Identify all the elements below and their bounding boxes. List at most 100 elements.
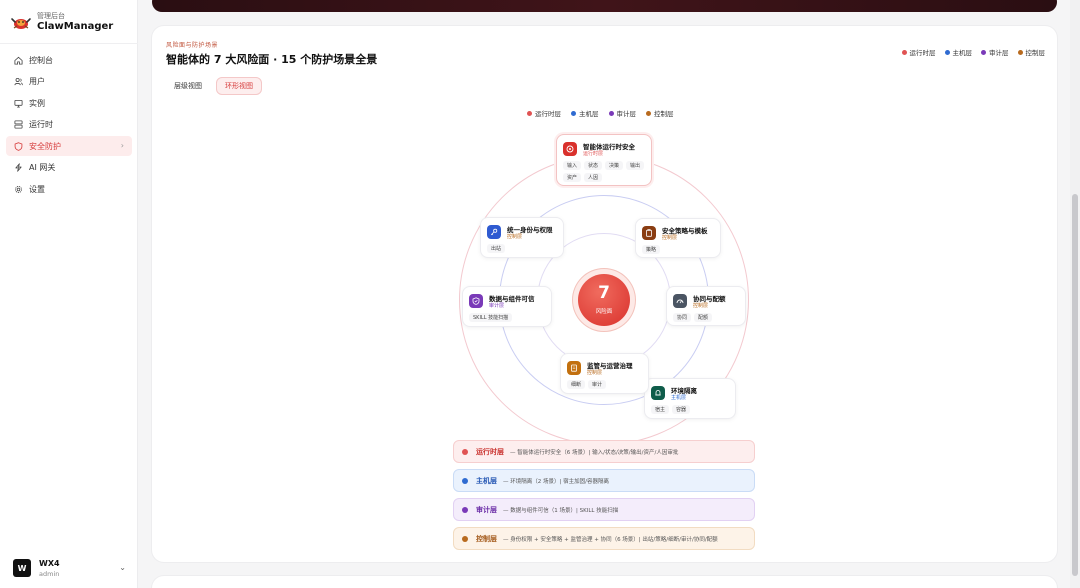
brand-subtitle: 管理后台	[37, 12, 65, 20]
sidebar-item-label: AI 网关	[29, 163, 56, 173]
center-risk-count: 7 风险面	[578, 274, 630, 326]
legend-runtime: 运行时层	[901, 47, 936, 57]
scenario-tag: 人因	[584, 173, 603, 182]
node-layer: 控制层	[587, 370, 603, 376]
node-layer: 控制层	[507, 234, 523, 240]
sidebar-nav: 控制台 用户 实例 运行时 安全防护 › AI 网关 设置	[6, 50, 132, 201]
key-icon	[487, 225, 501, 239]
scenario-tag: 出站	[487, 244, 506, 253]
user-name: WX4	[39, 559, 60, 568]
avatar: W	[13, 559, 31, 577]
layer-dot	[462, 448, 468, 455]
sidebar-item-label: 控制台	[29, 55, 53, 65]
scenario-tag: 决策	[605, 161, 624, 170]
layer-row-runtime[interactable]: 运行时层 — 智能体运行时安全（6 场景）| 输入/状态/决策/输出/资产/人因…	[453, 440, 755, 463]
legend-control: 控制层	[1017, 47, 1045, 57]
card-title: 智能体的 7 大风险面 · 15 个防护场景全景	[166, 53, 378, 66]
node-tags: 细断 审计	[567, 380, 657, 389]
scenario-tag: 策略	[642, 245, 661, 254]
target-icon	[563, 142, 577, 156]
node-layer: 控制层	[693, 303, 709, 309]
risk-node-governance[interactable]: 监管与运营治理 控制层 细断 审计	[560, 353, 649, 394]
hero-banner-bottom	[152, 0, 1057, 12]
layer-row-control[interactable]: 控制层 — 身份权限 + 安全策略 + 监管治理 + 协同（6 场景）| 出站/…	[453, 527, 755, 550]
scrollbar-thumb[interactable]	[1072, 194, 1078, 576]
home-icon	[13, 55, 23, 65]
shield-icon	[13, 141, 23, 151]
risk-node-collaboration-quota[interactable]: 协同与配额 控制层 协同 配额	[666, 286, 746, 326]
chevron-down-icon: ⌄	[119, 563, 126, 572]
sidebar-item-users[interactable]: 用户	[6, 72, 132, 92]
node-tags: 策略	[642, 245, 732, 254]
node-layer: 主机层	[671, 395, 687, 401]
scenario-tag: 协同	[673, 313, 692, 322]
risk-node-identity-permission[interactable]: 统一身份与权限 控制层 出站	[480, 217, 564, 258]
scenario-tag: SKILL 技能扫描	[469, 313, 513, 322]
sidebar-item-dashboard[interactable]: 控制台	[6, 50, 132, 70]
sidebar-item-runtime[interactable]: 运行时	[6, 115, 132, 135]
layer-summary-list: 运行时层 — 智能体运行时安全（6 场景）| 输入/状态/决策/输出/资产/人因…	[453, 440, 755, 556]
user-menu[interactable]: W WX4 admin ⌄	[10, 557, 132, 581]
scenario-tag: 审计	[588, 380, 607, 389]
brand[interactable]: 管理后台 ClawManager	[10, 10, 135, 36]
legend-audit: 审计层	[608, 108, 636, 118]
legend-control: 控制层	[646, 108, 674, 118]
layer-row-host[interactable]: 主机层 — 环境隔离（2 场景）| 宿主加固/容器隔离	[453, 469, 755, 492]
node-layer: 控制层	[662, 235, 678, 241]
scenario-tag: 状态	[584, 161, 603, 170]
scenario-tag: 配额	[694, 313, 713, 322]
sidebar-item-instances[interactable]: 实例	[6, 93, 132, 113]
gear-icon	[13, 185, 23, 195]
layer-description: — 数据与组件可信（1 场景）| SKILL 技能扫描	[503, 507, 619, 514]
clipboard-icon	[642, 226, 656, 240]
scenario-tag: 细断	[567, 380, 586, 389]
tab-ring-view[interactable]: 环形视图	[216, 77, 262, 95]
layer-name: 主机层	[476, 476, 497, 485]
ring-diagram: 7 风险面 智能体运行时安全 运行时层 输入 状态 决策 输出 资产 人因 安全…	[452, 134, 752, 445]
layer-row-audit[interactable]: 审计层 — 数据与组件可信（1 场景）| SKILL 技能扫描	[453, 498, 755, 521]
monitor-icon	[13, 98, 23, 108]
layer-name: 审计层	[476, 505, 497, 514]
layer-legend: 运行时层 主机层 审计层 控制层	[901, 47, 1045, 57]
layer-dot	[462, 535, 468, 542]
node-layer: 审计层	[489, 303, 505, 309]
layer-dot	[462, 506, 468, 513]
scenario-tag: 宿主	[651, 405, 670, 414]
tab-layer-view[interactable]: 层级视图	[166, 77, 210, 95]
layer-dot	[462, 477, 468, 484]
risk-node-security-policy[interactable]: 安全策略与模板 控制层 策略	[635, 218, 721, 258]
shield-check-icon	[469, 294, 483, 308]
risk-count-label: 风险面	[595, 309, 613, 315]
diagram-legend: 运行时层 主机层 审计层 控制层	[527, 108, 674, 118]
layer-name: 运行时层	[476, 447, 504, 456]
risk-overview-card: 风险面与防护场景 智能体的 7 大风险面 · 15 个防护场景全景 运行时层 主…	[152, 26, 1057, 562]
sidebar-item-settings[interactable]: 设置	[6, 180, 132, 200]
node-layer: 运行时层	[583, 151, 604, 157]
risk-count: 7	[598, 283, 610, 303]
risk-node-environment-isolation[interactable]: 环境隔离 主机层 宿主 容器	[644, 378, 736, 419]
sidebar-item-ai-gateway[interactable]: AI 网关	[6, 158, 132, 178]
sidebar-item-label: 用户	[29, 77, 45, 87]
gauge-icon	[673, 294, 687, 308]
view-tabs: 层级视图 环形视图	[166, 77, 262, 95]
risk-node-agent-runtime[interactable]: 智能体运行时安全 运行时层 输入 状态 决策 输出 资产 人因	[556, 134, 652, 186]
node-tags: 协同 配额	[673, 313, 763, 322]
claw-logo-icon	[11, 18, 31, 29]
card-eyebrow: 风险面与防护场景	[166, 42, 219, 49]
sidebar: 管理后台 ClawManager 控制台 用户 实例 运行时 安全防护 › AI…	[0, 0, 138, 588]
legend-runtime: 运行时层	[527, 108, 561, 118]
lightning-icon	[13, 163, 23, 173]
risk-node-data-trust[interactable]: 数据与组件可信 审计层 SKILL 技能扫描	[462, 286, 552, 327]
chevron-right-icon: ›	[120, 141, 124, 151]
node-tags: 输入 状态 决策 输出 资产 人因	[563, 161, 649, 182]
server-icon	[13, 120, 23, 130]
scenario-tag: 输入	[563, 161, 582, 170]
scenario-tag: 容器	[672, 405, 691, 414]
brand-title: ClawManager	[37, 21, 114, 32]
users-icon	[13, 77, 23, 87]
node-tags: 出站	[487, 244, 577, 253]
sidebar-item-security[interactable]: 安全防护 ›	[6, 136, 132, 157]
sidebar-item-label: 设置	[29, 185, 45, 195]
layer-description: — 环境隔离（2 场景）| 宿主加固/容器隔离	[503, 478, 609, 485]
checklist-icon	[567, 361, 581, 375]
